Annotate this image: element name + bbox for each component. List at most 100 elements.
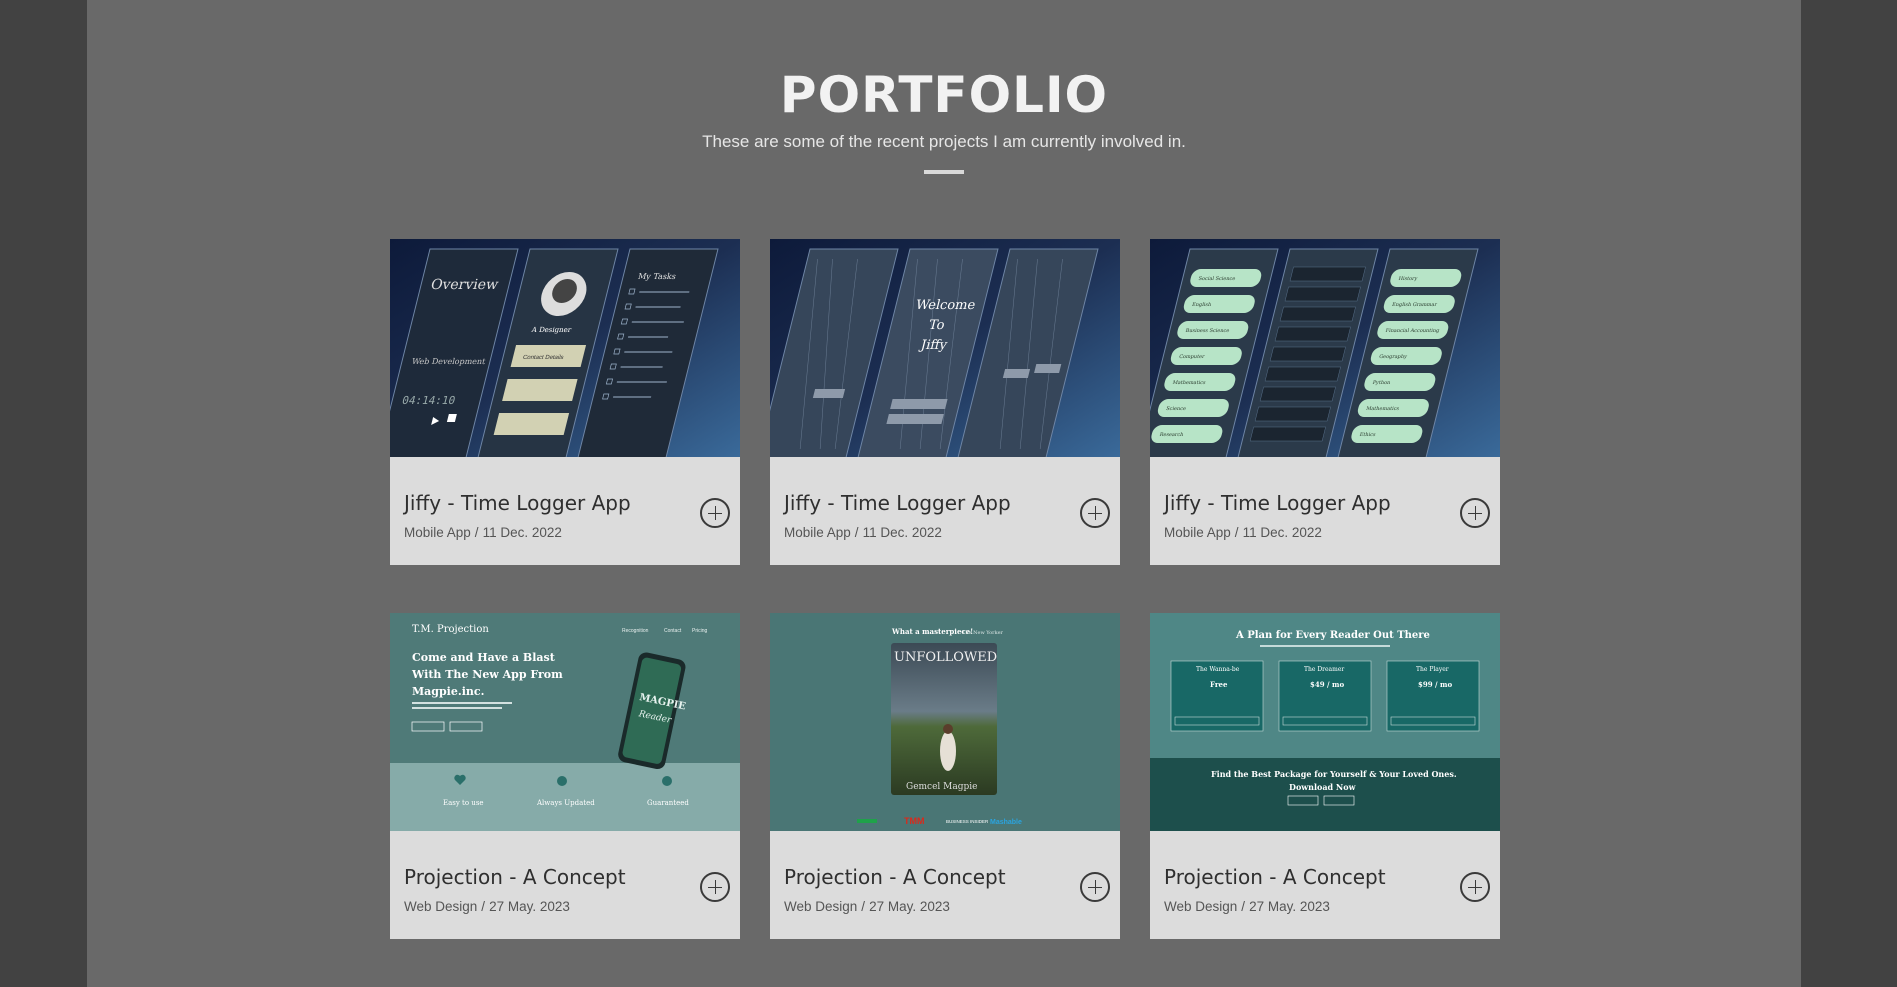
- meta-separator: /: [474, 525, 479, 540]
- plan-price: $49 / mo: [1310, 680, 1344, 689]
- feature-label: Guaranteed: [647, 799, 689, 807]
- portfolio-page: PORTFOLIO These are some of the recent p…: [87, 0, 1801, 987]
- screen-text: Geography: [1378, 354, 1407, 360]
- project-thumbnail[interactable]: T.M. Projection Recognition Contact Pric…: [390, 613, 740, 831]
- screen-text: Welcome: [914, 298, 977, 313]
- screen-text: History: [1398, 276, 1418, 282]
- preview-nav: Recognition: [622, 628, 649, 634]
- preview-nav: Contact: [664, 628, 682, 634]
- plan-price: Free: [1210, 680, 1228, 689]
- screen-text: Social Science: [1198, 276, 1236, 282]
- project-title[interactable]: Projection - A Concept: [1164, 865, 1386, 889]
- project-date: 27 May. 2023: [1249, 899, 1330, 914]
- plan-name: The Player: [1416, 666, 1449, 673]
- screen-text: 04:14:10: [401, 394, 457, 407]
- project-date: 27 May. 2023: [869, 899, 950, 914]
- portfolio-card[interactable]: What a masterpiece! The New Yorker UNFOL…: [770, 613, 1120, 939]
- portfolio-card[interactable]: Social Science English Business Science …: [1150, 239, 1500, 565]
- project-thumbnail[interactable]: What a masterpiece! The New Yorker UNFOL…: [770, 613, 1120, 831]
- screen-text: Web Development: [411, 356, 488, 366]
- meta-separator: /: [854, 525, 859, 540]
- expand-plus-icon[interactable]: [1460, 498, 1490, 528]
- portfolio-card[interactable]: Overview Web Development 04:14:10 A Desi…: [390, 239, 740, 565]
- preview-quote: What a masterpiece!: [891, 627, 973, 636]
- expand-plus-icon[interactable]: [1460, 872, 1490, 902]
- screen-text: Computer: [1178, 354, 1205, 360]
- title-divider: [924, 170, 964, 174]
- project-thumbnail[interactable]: A Plan for Every Reader Out There The Wa…: [1150, 613, 1500, 831]
- screen-text: English Grammar: [1391, 302, 1438, 308]
- screen-text: A Designer: [530, 325, 573, 334]
- project-thumbnail[interactable]: Social Science English Business Science …: [1150, 239, 1500, 457]
- plan-name: The Dreamer: [1304, 666, 1344, 673]
- portfolio-card[interactable]: Welcome To Jiffy Jiffy - Time Logger App…: [770, 239, 1120, 565]
- project-title[interactable]: Projection - A Concept: [404, 865, 626, 889]
- project-category: Mobile App: [1164, 525, 1231, 540]
- feature-label: Easy to use: [443, 799, 484, 807]
- preview-cta: Download Now: [1289, 782, 1357, 792]
- preview-headline: Magpie.inc.: [412, 685, 484, 698]
- screen-text: Overview: [429, 277, 500, 293]
- press-logo: BUSINESS INSIDER: [946, 819, 989, 824]
- project-date: 11 Dec. 2022: [1242, 525, 1322, 540]
- meta-separator: /: [1234, 525, 1239, 540]
- project-date: 11 Dec. 2022: [862, 525, 942, 540]
- project-title[interactable]: Jiffy - Time Logger App: [404, 491, 631, 515]
- press-logo: Mashable: [990, 819, 1022, 826]
- project-date: 11 Dec. 2022: [482, 525, 562, 540]
- plan-name: The Wanna-be: [1196, 666, 1240, 673]
- screen-text: Financial Accounting: [1385, 328, 1441, 334]
- book-title: UNFOLLOWED: [894, 650, 997, 665]
- preview-quote-source: The New Yorker: [962, 630, 1004, 636]
- expand-plus-icon[interactable]: [1080, 872, 1110, 902]
- project-meta: Mobile App/11 Dec. 2022: [784, 525, 942, 540]
- project-category: Mobile App: [784, 525, 851, 540]
- screen-text: Research: [1159, 432, 1185, 438]
- project-category: Web Design: [784, 899, 858, 914]
- expand-plus-icon[interactable]: [1080, 498, 1110, 528]
- project-meta: Mobile App/11 Dec. 2022: [1164, 525, 1322, 540]
- plan-price: $99 / mo: [1418, 680, 1452, 689]
- project-thumbnail[interactable]: Welcome To Jiffy: [770, 239, 1120, 457]
- expand-plus-icon[interactable]: [700, 498, 730, 528]
- preview-headline: With The New App From: [411, 668, 563, 681]
- screen-text: My Tasks: [637, 271, 677, 281]
- screen-text: Mathematics: [1172, 380, 1207, 386]
- meta-separator: /: [861, 899, 866, 914]
- screen-text: Ethics: [1359, 432, 1377, 438]
- preview-cta: Find the Best Package for Yourself & You…: [1211, 769, 1457, 779]
- screen-text: Business Science: [1185, 328, 1230, 334]
- screen-text: Python: [1372, 380, 1392, 386]
- preview-heading: A Plan for Every Reader Out There: [1235, 630, 1430, 641]
- section-subtitle: These are some of the recent projects I …: [702, 132, 1186, 151]
- project-date: 27 May. 2023: [489, 899, 570, 914]
- feature-label: Always Updated: [536, 799, 595, 807]
- preview-headline: Come and Have a Blast: [412, 651, 556, 664]
- project-meta: Web Design/27 May. 2023: [784, 899, 950, 914]
- screen-text: Mathematics: [1365, 406, 1400, 412]
- press-logo: TMM: [904, 816, 925, 826]
- preview-brand: T.M. Projection: [412, 624, 489, 635]
- project-meta: Web Design/27 May. 2023: [404, 899, 570, 914]
- project-category: Mobile App: [404, 525, 471, 540]
- expand-plus-icon[interactable]: [700, 872, 730, 902]
- portfolio-card[interactable]: T.M. Projection Recognition Contact Pric…: [390, 613, 740, 939]
- project-title[interactable]: Jiffy - Time Logger App: [1164, 491, 1391, 515]
- book-author: Gemcel Magpie: [906, 782, 977, 792]
- section-title: PORTFOLIO: [779, 66, 1109, 124]
- meta-separator: /: [1241, 899, 1246, 914]
- screen-text: English: [1191, 302, 1212, 308]
- portfolio-card[interactable]: A Plan for Every Reader Out There The Wa…: [1150, 613, 1500, 939]
- project-thumbnail[interactable]: Overview Web Development 04:14:10 A Desi…: [390, 239, 740, 457]
- project-title[interactable]: Jiffy - Time Logger App: [784, 491, 1011, 515]
- meta-separator: /: [481, 899, 486, 914]
- screen-text: Science: [1165, 406, 1186, 412]
- preview-nav: Pricing: [692, 628, 708, 634]
- project-category: Web Design: [404, 899, 478, 914]
- screen-text: Contact Details: [522, 354, 564, 361]
- project-meta: Mobile App/11 Dec. 2022: [404, 525, 562, 540]
- project-category: Web Design: [1164, 899, 1238, 914]
- project-meta: Web Design/27 May. 2023: [1164, 899, 1330, 914]
- project-title[interactable]: Projection - A Concept: [784, 865, 1006, 889]
- screen-text: Jiffy: [917, 338, 949, 353]
